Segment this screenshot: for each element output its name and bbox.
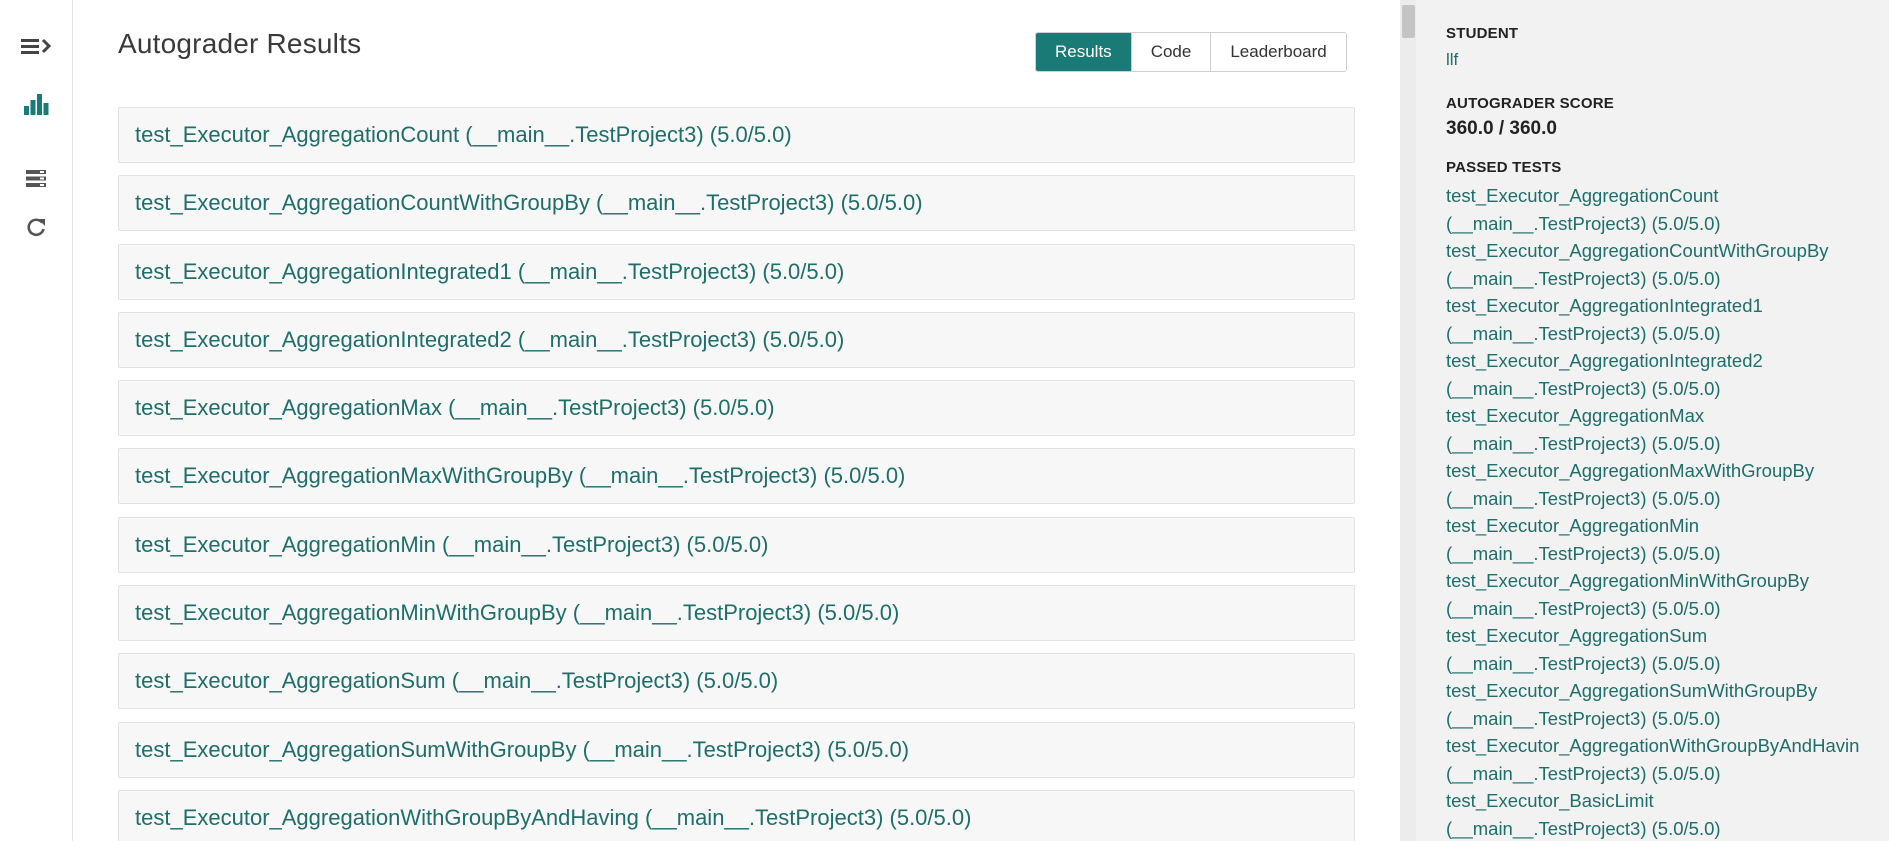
test-result-row[interactable]: test_Executor_AggregationSum (__main__.T… bbox=[118, 653, 1355, 710]
passed-test-detail[interactable]: (__main__.TestProject3) (5.0/5.0) bbox=[1446, 265, 1889, 293]
passed-test-name[interactable]: test_Executor_AggregationMax bbox=[1446, 402, 1889, 430]
tab-leaderboard[interactable]: Leaderboard bbox=[1210, 33, 1346, 71]
passed-test-name[interactable]: test_Executor_AggregationIntegrated2 bbox=[1446, 347, 1889, 375]
submissions-list-icon[interactable] bbox=[18, 164, 54, 194]
summary-panel: STUDENT llf AUTOGRADER SCORE 360.0 / 360… bbox=[1446, 24, 1889, 841]
passed-test-name[interactable]: test_Executor_AggregationSumWithGroupBy bbox=[1446, 677, 1889, 705]
passed-test-name[interactable]: test_Executor_AggregationSum bbox=[1446, 622, 1889, 650]
passed-test-detail[interactable]: (__main__.TestProject3) (5.0/5.0) bbox=[1446, 430, 1889, 458]
test-result-row[interactable]: test_Executor_AggregationCount (__main__… bbox=[118, 107, 1355, 163]
passed-test-detail[interactable]: (__main__.TestProject3) (5.0/5.0) bbox=[1446, 375, 1889, 403]
passed-tests-list: test_Executor_AggregationCount (__main__… bbox=[1446, 182, 1889, 841]
student-label: STUDENT bbox=[1446, 25, 1519, 42]
test-result-row[interactable]: test_Executor_AggregationSumWithGroupBy … bbox=[118, 721, 1355, 778]
left-nav-rail bbox=[0, 0, 73, 841]
score-label: AUTOGRADER SCORE bbox=[1446, 95, 1614, 112]
passed-test-detail[interactable]: (__main__.TestProject3) (5.0/5.0) bbox=[1446, 485, 1889, 513]
main-content: Autograder Results Results Code Leaderbo… bbox=[118, 0, 1355, 841]
passed-tests-label: PASSED TESTS bbox=[1446, 159, 1562, 176]
student-name: llf bbox=[1446, 50, 1459, 69]
test-result-row[interactable]: test_Executor_AggregationIntegrated2 (__… bbox=[118, 311, 1355, 368]
passed-test-name[interactable]: test_Executor_AggregationMaxWithGroupBy bbox=[1446, 457, 1889, 485]
test-result-row[interactable]: test_Executor_AggregationWithGroupByAndH… bbox=[118, 789, 1355, 841]
passed-test-name[interactable]: test_Executor_AggregationMinWithGroupBy bbox=[1446, 567, 1889, 595]
passed-test-detail[interactable]: (__main__.TestProject3) (5.0/5.0) bbox=[1446, 705, 1889, 733]
passed-test-name[interactable]: test_Executor_AggregationMin bbox=[1446, 512, 1889, 540]
tab-code[interactable]: Code bbox=[1130, 33, 1211, 71]
passed-test-detail[interactable]: (__main__.TestProject3) (5.0/5.0) bbox=[1446, 760, 1889, 788]
passed-test-detail[interactable]: (__main__.TestProject3) (5.0/5.0) bbox=[1446, 650, 1889, 678]
passed-test-detail[interactable]: (__main__.TestProject3) (5.0/5.0) bbox=[1446, 540, 1889, 568]
tab-results[interactable]: Results bbox=[1036, 33, 1131, 71]
sidebar-scrollbar-thumb[interactable] bbox=[1402, 5, 1415, 38]
score-value: 360.0 / 360.0 bbox=[1446, 118, 1557, 139]
passed-test-name[interactable]: test_Executor_AggregationCount bbox=[1446, 182, 1889, 210]
passed-test-name[interactable]: test_Executor_AggregationIntegrated1 bbox=[1446, 292, 1889, 320]
view-tabs: Results Code Leaderboard bbox=[1035, 32, 1347, 72]
test-results-list: test_Executor_AggregationCount (__main__… bbox=[118, 107, 1355, 841]
passed-test-name[interactable]: test_Executor_AggregationCountWithGroupB… bbox=[1446, 237, 1889, 265]
passed-test-detail[interactable]: (__main__.TestProject3) (5.0/5.0) bbox=[1446, 815, 1889, 841]
test-result-row[interactable]: test_Executor_AggregationMax (__main__.T… bbox=[118, 380, 1355, 437]
test-result-row[interactable]: test_Executor_AggregationMin (__main__.T… bbox=[118, 516, 1355, 573]
rerun-icon[interactable] bbox=[18, 212, 54, 242]
test-result-row[interactable]: test_Executor_AggregationIntegrated1 (__… bbox=[118, 243, 1355, 300]
passed-test-name[interactable]: test_Executor_AggregationWithGroupByAndH… bbox=[1446, 732, 1889, 760]
passed-test-detail[interactable]: (__main__.TestProject3) (5.0/5.0) bbox=[1446, 320, 1889, 348]
test-result-row[interactable]: test_Executor_AggregationMaxWithGroupBy … bbox=[118, 448, 1355, 505]
passed-test-name[interactable]: test_Executor_BasicLimit bbox=[1446, 787, 1889, 815]
bar-chart-icon[interactable] bbox=[18, 89, 54, 119]
passed-test-detail[interactable]: (__main__.TestProject3) (5.0/5.0) bbox=[1446, 210, 1889, 238]
passed-test-detail[interactable]: (__main__.TestProject3) (5.0/5.0) bbox=[1446, 595, 1889, 623]
test-result-row[interactable]: test_Executor_AggregationMinWithGroupBy … bbox=[118, 585, 1355, 642]
test-result-row[interactable]: test_Executor_AggregationCountWithGroupB… bbox=[118, 175, 1355, 232]
menu-expand-icon[interactable] bbox=[18, 31, 54, 61]
page-title: Autograder Results bbox=[118, 28, 362, 59]
sidebar-scrollbar-track[interactable] bbox=[1400, 0, 1416, 841]
